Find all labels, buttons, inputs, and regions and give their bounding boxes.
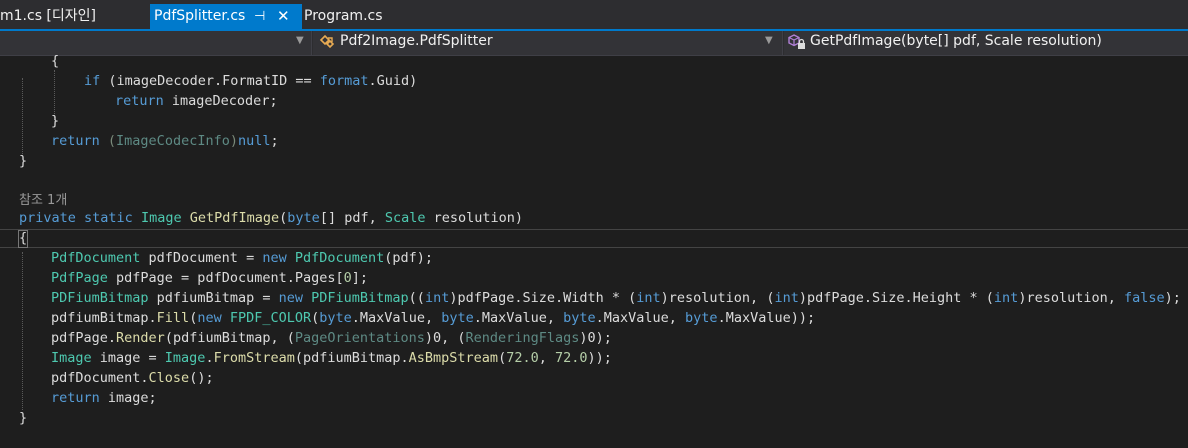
code-line: pdfPage.Render(pdfiumBitmap, (PageOrient… [51, 330, 612, 346]
indent-guide [22, 78, 23, 156]
code-line: PDFiumBitmap pdfiumBitmap = new PDFiumBi… [51, 290, 1181, 306]
chevron-down-icon: ▼ [765, 35, 773, 46]
tab-label: Program.cs [304, 8, 383, 24]
tab-pdfsplitter[interactable]: PdfSplitter.cs ⊣ ✕ [150, 4, 302, 29]
tab-label: PdfSplitter.cs [154, 8, 246, 24]
method-signature: private static Image GetPdfImage(byte[] … [19, 210, 524, 226]
chevron-down-icon: ▼ [296, 35, 304, 46]
code-line: PdfPage pdfPage = pdfDocument.Pages[0]; [51, 270, 369, 286]
close-icon[interactable]: ✕ [277, 4, 290, 29]
code-line: } [19, 410, 28, 426]
code-line: return imageDecoder; [115, 93, 278, 109]
member-dropdown[interactable]: GetPdfImage(byte[] pdf, Scale resolution… [784, 31, 1188, 55]
navigation-bar: ▼ Pdf2Image.PdfSplitter ▼ GetPdfImage(by… [0, 31, 1188, 56]
document-tab-strip: m1.cs [디자인] PdfSplitter.cs ⊣ ✕ Program.c… [0, 0, 1188, 31]
member-dropdown-label: GetPdfImage(byte[] pdf, Scale resolution… [810, 33, 1102, 49]
code-line: Image image = Image.FromStream(pdfiumBit… [51, 350, 612, 366]
pin-icon[interactable]: ⊣ [254, 4, 265, 29]
code-line: pdfiumBitmap.Fill(new FPDF_COLOR(byte.Ma… [51, 310, 816, 326]
code-line: pdfDocument.Close(); [51, 370, 214, 386]
current-line-border [0, 229, 1188, 230]
tab-label: m1.cs [디자인] [0, 8, 97, 24]
code-line: return image; [51, 390, 157, 406]
private-method-icon [788, 34, 805, 49]
indent-guide [22, 252, 23, 410]
code-line: return (ImageCodecInfo)null; [51, 133, 279, 149]
tab-form1-designer[interactable]: m1.cs [디자인] [0, 4, 96, 29]
project-dropdown[interactable]: ▼ [0, 31, 312, 55]
code-line: PdfDocument pdfDocument = new PdfDocumen… [51, 250, 434, 266]
tab-program[interactable]: Program.cs [304, 4, 383, 29]
type-dropdown-label: Pdf2Image.PdfSplitter [340, 33, 493, 49]
code-line: { [51, 53, 60, 69]
code-line: if (imageDecoder.FormatID == format.Guid… [84, 73, 418, 89]
code-line: } [51, 113, 60, 129]
class-icon [319, 34, 335, 49]
code-line: } [19, 153, 28, 169]
code-editor[interactable]: { if (imageDecoder.FormatID == format.Gu… [0, 53, 1188, 448]
type-dropdown[interactable]: Pdf2Image.PdfSplitter ▼ [313, 31, 783, 55]
code-line: { [19, 230, 28, 246]
